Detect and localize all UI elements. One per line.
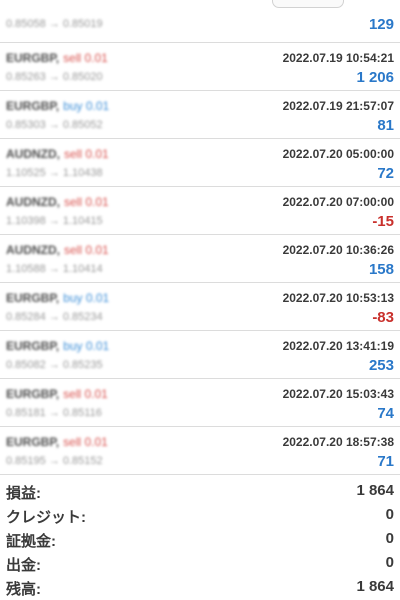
trade-symbol: AUDNZD, sell 0.01	[6, 147, 109, 161]
trade-datetime: 2022.07.20 10:53:13	[282, 291, 394, 305]
trade-datetime: 2022.07.20 10:36:26	[282, 243, 394, 257]
trade-symbol: EURGBP, sell 0.01	[6, 435, 108, 449]
trade-row[interactable]: EURGBP, sell 0.01 0.85263 → 0.85020 2022.…	[0, 43, 400, 91]
trade-profit: 1 206	[356, 69, 394, 86]
summary-label: クレジット:	[6, 509, 86, 526]
trade-symbol: EURGBP, buy 0.01	[6, 291, 110, 305]
trade-datetime: 2022.07.20 18:57:38	[282, 435, 394, 449]
trade-profit: -83	[372, 309, 394, 326]
trade-profit: -15	[372, 213, 394, 230]
trade-profit: 74	[377, 405, 394, 422]
summary-value: 0	[385, 554, 394, 571]
trade-symbol: EURGBP, buy 0.01	[6, 99, 110, 113]
trade-side: sell 0.01	[64, 243, 109, 257]
summary-withdrawal: 出金: 0	[0, 550, 400, 574]
trade-profit: 158	[368, 261, 394, 278]
trade-row[interactable]: AUDNZD, sell 0.01 1.10525 → 1.10438 2022.…	[0, 139, 400, 187]
summary-credit: クレジット: 0	[0, 502, 400, 526]
trade-row[interactable]: AUDNZD, sell 0.01 1.10588 → 1.10414 2022.…	[0, 235, 400, 283]
trade-row[interactable]: EURGBP, sell 0.01 0.85181 → 0.85116 2022.…	[0, 379, 400, 427]
trade-row[interactable]: EURGBP, buy 0.01 0.85082 → 0.85235 2022.0…	[0, 331, 400, 379]
trade-prices: 1.10398 → 1.10415	[6, 215, 103, 227]
trade-profit: 129	[368, 16, 394, 33]
summary-label: 出金:	[6, 557, 41, 574]
summary-label: 残高:	[6, 581, 41, 598]
trade-side: buy 0.01	[63, 99, 110, 113]
trade-datetime: 2022.07.20 05:00:00	[282, 147, 394, 161]
trade-row[interactable]: EURGBP, buy 0.01 0.85284 → 0.85234 2022.0…	[0, 283, 400, 331]
trade-profit: 253	[368, 357, 394, 374]
trade-prices: 0.85082 → 0.85235	[6, 359, 103, 371]
trade-prices: 0.85303 → 0.85052	[6, 119, 103, 131]
trade-prices: 0.85181 → 0.85116	[6, 407, 102, 419]
trade-row[interactable]: EURGBP, buy 0.01 0.85303 → 0.85052 2022.0…	[0, 91, 400, 139]
trade-datetime: 2022.07.20 15:03:43	[282, 387, 394, 401]
summary-label: 損益:	[6, 485, 41, 502]
trade-row[interactable]: AUDNZD, sell 0.01 1.10398 → 1.10415 2022.…	[0, 187, 400, 235]
trade-datetime: 2022.07.20 07:00:00	[282, 195, 394, 209]
trade-symbol: EURGBP, sell 0.01	[6, 51, 108, 65]
trade-datetime: 2022.07.19 21:57:07	[282, 99, 394, 113]
trade-side: sell 0.01	[64, 195, 109, 209]
summary-value: 0	[385, 506, 394, 523]
summary-label: 証拠金:	[6, 533, 56, 550]
trade-side: sell 0.01	[64, 147, 109, 161]
summary-profit: 損益: 1 864	[0, 478, 400, 502]
trade-prices: 1.10525 → 1.10438	[6, 167, 103, 179]
summary-margin: 証拠金: 0	[0, 526, 400, 550]
trade-profit: 71	[377, 453, 394, 470]
trade-datetime: 2022.07.19 10:54:21	[282, 51, 394, 65]
trade-symbol: AUDNZD, sell 0.01	[6, 243, 109, 257]
trade-symbol: EURGBP, sell 0.01	[6, 387, 108, 401]
trade-profit: 72	[377, 165, 394, 182]
trade-prices: 0.85058 → 0.85019	[6, 18, 103, 30]
trade-side: sell 0.01	[63, 387, 108, 401]
trade-profit: 81	[377, 117, 394, 134]
trade-symbol: EURGBP, buy 0.01	[6, 339, 110, 353]
account-summary: 損益: 1 864 クレジット: 0 証拠金: 0 出金: 0 残高: 1 86…	[0, 478, 400, 598]
trade-row[interactable]: 0.85058 → 0.85019 129	[0, 0, 400, 43]
summary-value: 1 864	[356, 578, 394, 595]
trade-symbol: AUDNZD, sell 0.01	[6, 195, 109, 209]
trade-history-list: 0.85058 → 0.85019 129 EURGBP, sell 0.01 0…	[0, 0, 400, 475]
trade-side: sell 0.01	[63, 435, 108, 449]
summary-value: 0	[385, 530, 394, 547]
summary-value: 1 864	[356, 482, 394, 499]
trade-side: buy 0.01	[63, 291, 110, 305]
trade-datetime: 2022.07.20 13:41:19	[282, 339, 394, 353]
trade-prices: 1.10588 → 1.10414	[6, 263, 103, 275]
trade-prices: 0.85263 → 0.85020	[6, 71, 103, 83]
trade-prices: 0.85284 → 0.85234	[6, 311, 103, 323]
trade-side: sell 0.01	[63, 51, 108, 65]
trade-row[interactable]: EURGBP, sell 0.01 0.85195 → 0.85152 2022.…	[0, 427, 400, 475]
trade-prices: 0.85195 → 0.85152	[6, 455, 103, 467]
summary-balance: 残高: 1 864	[0, 574, 400, 598]
trade-side: buy 0.01	[63, 339, 110, 353]
